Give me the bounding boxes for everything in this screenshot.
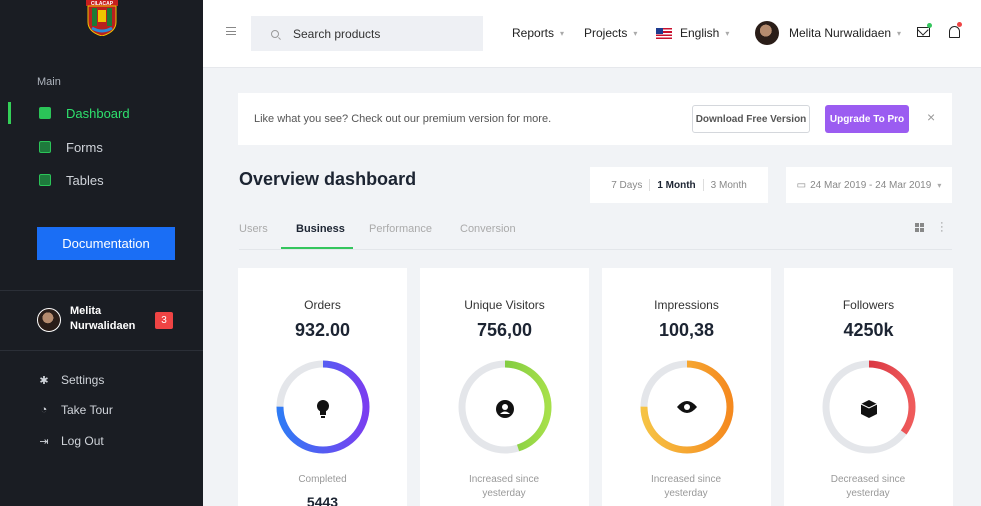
- sidebar-item-settings[interactable]: ✱ Settings: [37, 373, 104, 387]
- promo-text: Like what you see? Check out our premium…: [254, 113, 552, 125]
- projects-menu[interactable]: Projects ▾: [584, 26, 637, 40]
- sidebar-item-take-tour[interactable]: ◔ Take Tour: [37, 403, 113, 417]
- stat-card-unique-visitors: Unique Visitors 756,00 Increased since y…: [420, 268, 589, 506]
- sidebar-section-main: Main: [37, 76, 61, 88]
- search-icon: [271, 29, 279, 38]
- card-foot-text: Increased since yesterday: [468, 474, 540, 499]
- stat-card-impressions: Impressions 100,38 Increased since yeste…: [602, 268, 771, 506]
- bell-indicator: [957, 22, 962, 27]
- page-title: Overview dashboard: [239, 169, 417, 189]
- range-3-month[interactable]: 3 Month: [711, 180, 747, 191]
- chevron-down-icon: ▾: [937, 180, 942, 190]
- sidebar-item-label: Dashboard: [66, 105, 130, 121]
- card-foot-text: Completed: [298, 474, 347, 485]
- sidebar-item-forms[interactable]: Forms: [0, 134, 203, 160]
- range-separator: [702, 179, 704, 191]
- card-value: 100,38: [658, 320, 715, 340]
- avatar[interactable]: [755, 21, 779, 45]
- gear-icon: ✱: [39, 374, 49, 387]
- sidebar-item-label: Take Tour: [61, 403, 113, 417]
- stat-card-followers: Followers 4250k Decreased since yesterda…: [784, 268, 953, 506]
- avatar[interactable]: [37, 308, 61, 332]
- card-value: 756,00: [476, 320, 533, 340]
- card-title: Impressions: [654, 298, 719, 312]
- card-foot-text: Decreased since yesterday: [830, 474, 906, 499]
- eye-icon: [602, 399, 771, 420]
- chevron-down-icon: ▾: [725, 28, 730, 38]
- card-value: 4250k: [843, 320, 894, 340]
- more-options-icon[interactable]: · · ·: [940, 218, 944, 237]
- logout-icon: ⇥: [39, 435, 49, 448]
- sidebar-user-name[interactable]: Melita Nurwalidaen: [70, 304, 140, 334]
- date-range-label: 24 Mar 2019 - 24 Mar 2019: [810, 179, 932, 191]
- notification-badge: 3: [155, 312, 173, 329]
- sidebar-item-log-out[interactable]: ⇥ Log Out: [37, 434, 104, 448]
- us-flag-icon: [656, 27, 672, 39]
- chevron-down-icon: ▾: [633, 28, 638, 38]
- search-input[interactable]: [293, 26, 473, 41]
- cube-icon: [784, 399, 953, 424]
- chevron-down-icon: ▾: [560, 28, 565, 38]
- user-circle-icon: [420, 399, 589, 424]
- tabs: Users Business Performance Conversion: [239, 219, 952, 250]
- projects-label: Projects: [584, 26, 628, 40]
- sidebar-item-label: Tables: [66, 172, 104, 188]
- tab-users[interactable]: Users: [239, 223, 268, 235]
- user-name: Melita Nurwalidaen: [789, 26, 892, 40]
- range-7-days[interactable]: 7 Days: [611, 180, 642, 191]
- range-selector: 7 Days 1 Month 3 Month: [590, 167, 768, 203]
- card-title: Orders: [304, 298, 341, 312]
- search-box[interactable]: [251, 16, 483, 51]
- dashboard-icon: [39, 107, 51, 119]
- close-icon[interactable]: ×: [927, 109, 935, 125]
- lightbulb-icon: [238, 399, 407, 424]
- grid-view-icon[interactable]: [915, 223, 924, 232]
- chevron-down-icon: ▾: [897, 28, 902, 38]
- download-free-button[interactable]: Download Free Version: [692, 105, 810, 133]
- card-title: Unique Visitors: [464, 298, 545, 312]
- tab-conversion[interactable]: Conversion: [460, 223, 516, 235]
- calendar-icon: ▭: [796, 179, 807, 191]
- reports-menu[interactable]: Reports ▾: [512, 26, 564, 40]
- mail-icon[interactable]: [917, 27, 930, 37]
- sidebar-divider: [0, 350, 203, 351]
- card-title: Followers: [842, 298, 895, 312]
- list-icon: [39, 141, 51, 153]
- date-range-picker[interactable]: ▭ 24 Mar 2019 - 24 Mar 2019 ▾: [786, 167, 952, 203]
- stat-card-orders: Orders 932.00 Completed 5443: [238, 268, 407, 506]
- card-foot-value: 5443: [306, 494, 339, 506]
- tab-performance[interactable]: Performance: [369, 223, 432, 235]
- user-menu[interactable]: Melita Nurwalidaen ▾: [789, 26, 901, 40]
- compass-icon: ◔: [40, 404, 48, 416]
- crest-logo[interactable]: CILACAP: [82, 0, 122, 37]
- sidebar: CILACAP Main Dashboard Forms Tables Docu…: [0, 0, 203, 506]
- active-tab-indicator: [281, 247, 353, 249]
- range-1-month[interactable]: 1 Month: [657, 180, 695, 191]
- sidebar-divider: [0, 290, 203, 291]
- language-label: English: [680, 26, 720, 40]
- card-value: 932.00: [294, 320, 351, 340]
- sidebar-item-label: Log Out: [61, 434, 104, 448]
- reports-label: Reports: [512, 26, 555, 40]
- mail-indicator: [927, 23, 932, 28]
- card-foot-text: Increased since yesterday: [650, 474, 722, 499]
- topbar: Reports ▾ Projects ▾ English ▾ Melita Nu…: [203, 0, 981, 68]
- upgrade-pro-button[interactable]: Upgrade To Pro: [825, 105, 909, 133]
- documentation-button[interactable]: Documentation: [37, 227, 175, 260]
- sidebar-item-dashboard[interactable]: Dashboard: [0, 100, 203, 126]
- sidebar-item-label: Forms: [66, 139, 103, 155]
- promo-banner: Like what you see? Check out our premium…: [238, 93, 952, 145]
- range-separator: [649, 179, 651, 191]
- menu-toggle-icon[interactable]: [226, 27, 236, 35]
- bell-icon[interactable]: [949, 26, 960, 38]
- table-icon: [39, 174, 51, 186]
- sidebar-item-label: Settings: [61, 373, 105, 387]
- tab-business[interactable]: Business: [296, 223, 345, 235]
- sidebar-item-tables[interactable]: Tables: [0, 167, 203, 193]
- language-menu[interactable]: English ▾: [656, 26, 729, 40]
